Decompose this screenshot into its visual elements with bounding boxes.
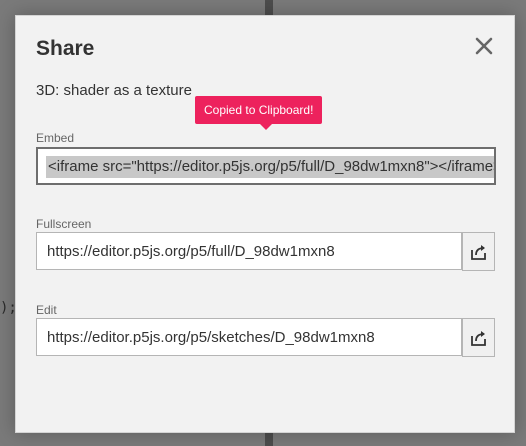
copied-tooltip: Copied to Clipboard! — [195, 96, 323, 124]
share-icon — [470, 330, 486, 346]
sketch-name: 3D: shader as a texture — [36, 82, 192, 99]
embed-input[interactable]: <iframe src="https://editor.p5js.org/p5/… — [36, 147, 496, 185]
embed-value: <iframe src="https://editor.p5js.org/p5/… — [46, 156, 494, 178]
tooltip-arrow — [260, 124, 272, 130]
edit-label: Edit — [36, 303, 57, 317]
share-modal: Share 3D: shader as a texture Embed <ifr… — [15, 15, 515, 433]
edit-open-button[interactable] — [462, 318, 495, 357]
close-icon — [475, 37, 493, 55]
fullscreen-url-input[interactable] — [36, 232, 462, 270]
embed-label: Embed — [36, 131, 75, 145]
fullscreen-open-button[interactable] — [462, 232, 495, 271]
share-icon — [470, 244, 486, 260]
edit-url-input[interactable] — [36, 318, 462, 356]
close-button[interactable] — [472, 34, 496, 58]
modal-title: Share — [36, 37, 95, 60]
fullscreen-label: Fullscreen — [36, 217, 92, 231]
